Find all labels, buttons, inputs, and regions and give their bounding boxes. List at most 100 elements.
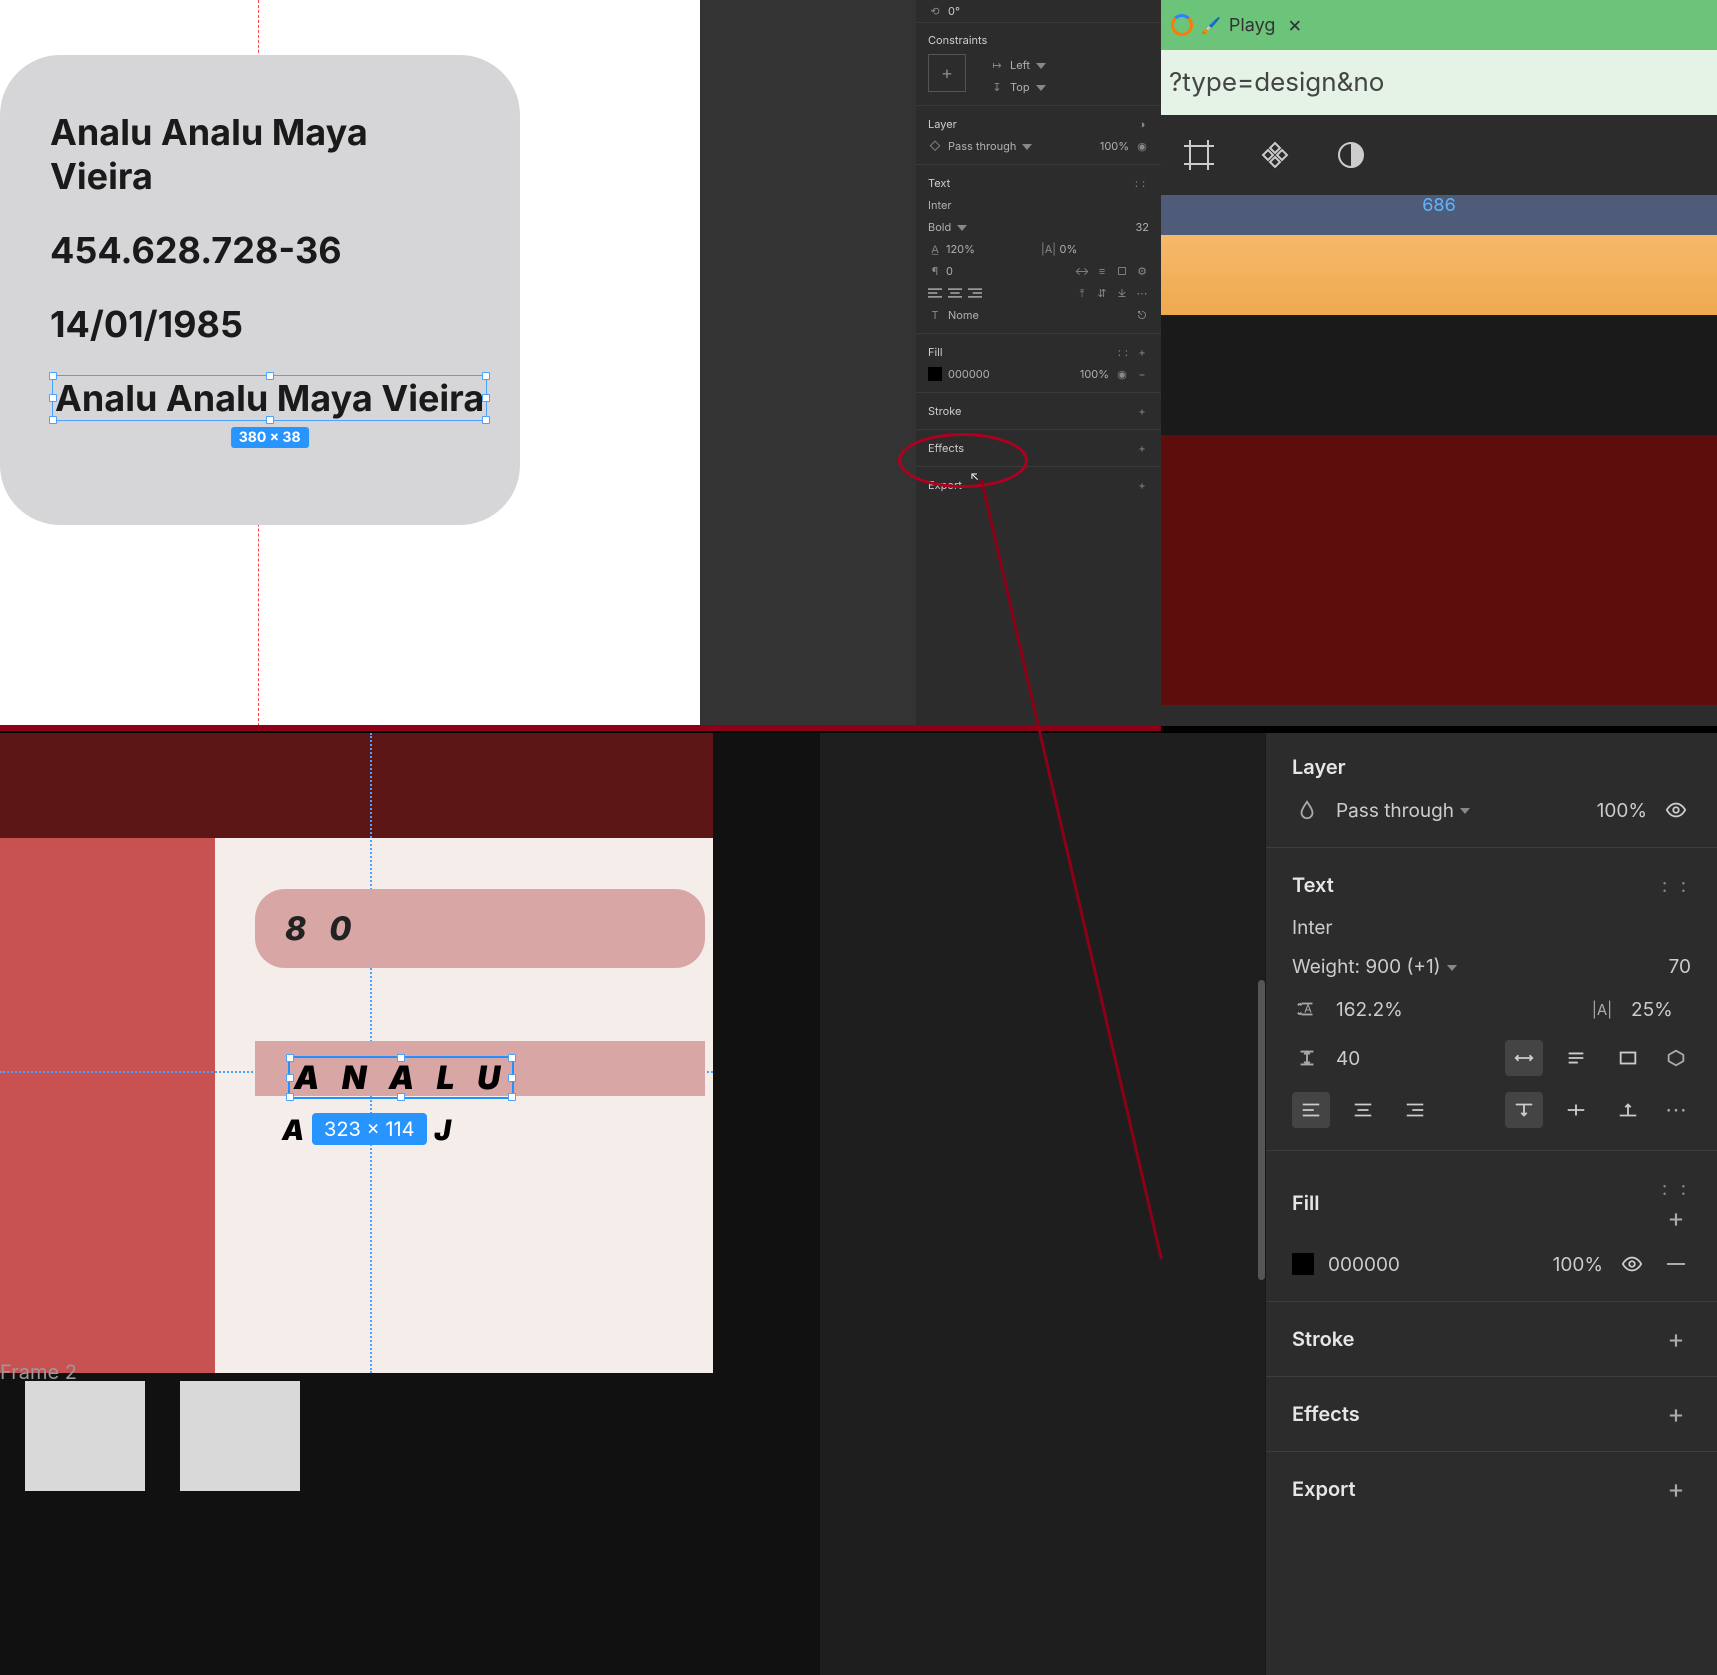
- blend-mode-value[interactable]: Pass through: [948, 139, 1032, 153]
- mask-tool-icon[interactable]: [1333, 137, 1369, 173]
- more-type-icon[interactable]: ⋯: [1135, 286, 1149, 300]
- canvas-area-bottom[interactable]: 8 0 A N A L U A N A L J 323 × 114: [0, 733, 820, 1675]
- text-layer-name[interactable]: Nome: [948, 308, 979, 322]
- eye-icon[interactable]: ◉: [1115, 367, 1129, 381]
- eye-icon[interactable]: [1661, 795, 1691, 825]
- font-size-value[interactable]: 32: [1135, 220, 1149, 234]
- selected-text-layer-2[interactable]: A N A L U: [288, 1056, 514, 1099]
- eye-icon[interactable]: ◉: [1135, 139, 1149, 153]
- constraint-h-value[interactable]: Left: [1010, 58, 1046, 72]
- browser-url-bar[interactable]: ?type=design&no: [1161, 50, 1717, 115]
- add-effect-button[interactable]: +: [1661, 1399, 1691, 1429]
- resize-handle[interactable]: [49, 416, 57, 424]
- thumbnail[interactable]: [180, 1381, 300, 1491]
- align-bottom-icon[interactable]: ⤓: [1115, 286, 1129, 300]
- font-family-value[interactable]: Inter: [928, 198, 952, 212]
- constraint-v-value[interactable]: Top: [1010, 80, 1046, 94]
- resize-handle[interactable]: [482, 416, 490, 424]
- align-right-icon[interactable]: [968, 286, 982, 300]
- add-export-button[interactable]: +: [1661, 1474, 1691, 1504]
- resize-handle[interactable]: [397, 1093, 405, 1101]
- type-settings-icon[interactable]: : :: [1661, 870, 1691, 900]
- scrollbar[interactable]: [1258, 980, 1265, 1280]
- type-details-icon[interactable]: [1661, 1043, 1691, 1073]
- frame-header-band[interactable]: [0, 733, 713, 838]
- add-stroke-button[interactable]: +: [1661, 1324, 1691, 1354]
- eye-icon[interactable]: [1617, 1249, 1647, 1279]
- selected-text-layer[interactable]: Analu Analu Maya Vieira 380 × 38: [52, 375, 487, 421]
- resize-handle[interactable]: [508, 1074, 516, 1082]
- add-effect-icon[interactable]: +: [1135, 441, 1149, 455]
- component-tool-icon[interactable]: [1257, 137, 1293, 173]
- align-top-icon[interactable]: ⤒: [1075, 286, 1089, 300]
- canvas-black-layer[interactable]: [1161, 315, 1717, 435]
- auto-height-button[interactable]: [1557, 1040, 1595, 1076]
- align-center-icon[interactable]: [948, 286, 962, 300]
- font-weight-value[interactable]: Weight: 900 (+1): [1292, 955, 1457, 978]
- resize-handle[interactable]: [482, 394, 490, 402]
- detach-icon[interactable]: ⎋: [1135, 308, 1149, 322]
- frame-label[interactable]: Frame 2: [0, 1360, 77, 1384]
- remove-fill-icon[interactable]: −: [1135, 367, 1149, 381]
- layer-opacity-value[interactable]: 100%: [1597, 799, 1647, 822]
- fill-styles-icon[interactable]: : :: [1661, 1173, 1691, 1203]
- letter-spacing-value[interactable]: 25%: [1631, 998, 1691, 1021]
- fill-styles-icon[interactable]: ::: [1118, 345, 1132, 359]
- canvas-orange-layer[interactable]: [1161, 235, 1717, 315]
- resize-handle[interactable]: [286, 1093, 294, 1101]
- line-height-value[interactable]: 120%: [946, 242, 975, 256]
- resize-handle[interactable]: [266, 416, 274, 424]
- auto-width-icon[interactable]: ↔: [1075, 264, 1089, 278]
- text-align-middle-button[interactable]: [1557, 1092, 1595, 1128]
- resize-handle[interactable]: [482, 372, 490, 380]
- add-fill-button[interactable]: +: [1661, 1203, 1691, 1233]
- browser-tab[interactable]: Playg×: [1229, 12, 1302, 38]
- fill-color-value[interactable]: 000000: [1328, 1253, 1539, 1276]
- thumbnail[interactable]: [25, 1381, 145, 1491]
- paragraph-spacing-value[interactable]: 0: [946, 264, 953, 278]
- resize-handle[interactable]: [266, 372, 274, 380]
- resize-handle[interactable]: [508, 1093, 516, 1101]
- resize-handle[interactable]: [286, 1054, 294, 1062]
- auto-width-button[interactable]: [1505, 1040, 1543, 1076]
- text-align-left-button[interactable]: [1292, 1092, 1330, 1128]
- fill-opacity-value[interactable]: 100%: [1080, 367, 1109, 381]
- constraint-widget[interactable]: [928, 54, 966, 92]
- fill-opacity-value[interactable]: 100%: [1553, 1253, 1603, 1276]
- droplet-icon[interactable]: [1292, 795, 1322, 825]
- font-family-value[interactable]: Inter: [1292, 916, 1333, 939]
- text-align-center-button[interactable]: [1344, 1092, 1382, 1128]
- text-align-right-button[interactable]: [1396, 1092, 1434, 1128]
- add-stroke-icon[interactable]: +: [1135, 404, 1149, 418]
- fixed-size-button[interactable]: [1609, 1040, 1647, 1076]
- fill-color-value[interactable]: 000000: [948, 367, 990, 381]
- align-left-icon[interactable]: [928, 286, 942, 300]
- letter-spacing-value[interactable]: 0%: [1060, 242, 1078, 256]
- url-text[interactable]: ?type=design&no: [1169, 67, 1384, 98]
- auto-height-icon[interactable]: ≡: [1095, 264, 1109, 278]
- blend-mode-value[interactable]: Pass through: [1336, 799, 1470, 822]
- font-weight-value[interactable]: Bold: [928, 220, 967, 234]
- resize-handle[interactable]: [397, 1054, 405, 1062]
- resize-handle[interactable]: [508, 1054, 516, 1062]
- frame-tool-icon[interactable]: [1181, 137, 1217, 173]
- text-align-top-button[interactable]: [1505, 1092, 1543, 1128]
- rotation-value[interactable]: 0°: [948, 4, 960, 18]
- pill-field-1[interactable]: 8 0: [255, 889, 705, 968]
- fill-swatch[interactable]: [1292, 1253, 1314, 1275]
- canvas-area-top[interactable]: Analu Analu Maya Vieira 454.628.728-36 1…: [0, 0, 700, 726]
- resize-handle[interactable]: [286, 1074, 294, 1082]
- canvas-darkred-layer[interactable]: [1161, 435, 1717, 705]
- add-export-icon[interactable]: +: [1135, 478, 1149, 492]
- fill-swatch[interactable]: [928, 367, 942, 381]
- resize-handle[interactable]: [49, 394, 57, 402]
- add-fill-icon[interactable]: +: [1135, 345, 1149, 359]
- align-middle-icon[interactable]: ⇵: [1095, 286, 1109, 300]
- font-size-value[interactable]: 70: [1669, 955, 1691, 978]
- card-frame[interactable]: Analu Analu Maya Vieira 454.628.728-36 1…: [0, 55, 520, 525]
- layer-opacity-value[interactable]: 100%: [1100, 139, 1129, 153]
- text-align-bottom-button[interactable]: [1609, 1092, 1647, 1128]
- canvas-ruler[interactable]: 686: [1161, 195, 1717, 235]
- close-tab-icon[interactable]: ×: [1287, 12, 1302, 38]
- paragraph-spacing-value[interactable]: 40: [1336, 1047, 1491, 1070]
